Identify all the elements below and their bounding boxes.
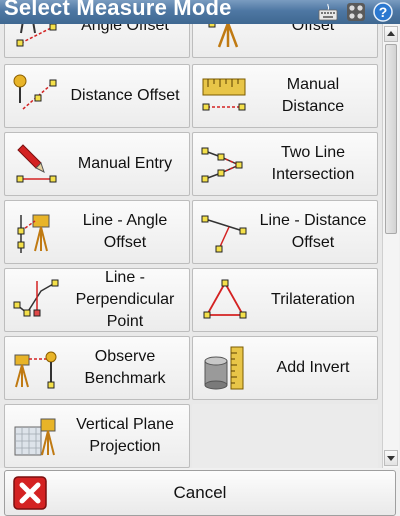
mode-label: Line - Distance Offset [259, 212, 367, 251]
mode-offset[interactable]: Offset [192, 24, 378, 58]
scroll-thumb[interactable] [385, 44, 397, 234]
mode-label: Observe Benchmark [84, 348, 166, 387]
instrument-offset-icon [208, 24, 239, 48]
scroll-up-button[interactable] [384, 26, 398, 42]
mode-label: Manual Entry [77, 155, 173, 172]
mode-label: Trilateration [271, 291, 355, 308]
mode-observe-benchmark[interactable]: Observe Benchmark [4, 336, 190, 400]
title-bar: Select Measure Mode ? [0, 0, 400, 24]
keyboard-icon[interactable] [318, 2, 338, 22]
mode-distance-offset[interactable]: Distance Offset [4, 64, 190, 128]
cancel-button[interactable]: Cancel [4, 470, 396, 516]
grid-menu-icon[interactable] [346, 2, 366, 22]
trilateration-icon [203, 279, 247, 319]
distance-offset-icon [13, 74, 57, 110]
mode-two-line-intersection[interactable]: Two Line Intersection [192, 132, 378, 196]
window-title: Select Measure Mode [4, 0, 232, 20]
line-distance-offset-icon [201, 215, 247, 253]
mode-label: Line - Perpendicular Point [75, 269, 175, 330]
measure-mode-grid: Angle Offset Offset Distance Offset Manu… [0, 24, 382, 468]
mode-manual-distance[interactable]: Manual Distance [192, 64, 378, 128]
mode-label: Add Invert [276, 359, 350, 376]
mode-label: Distance Offset [70, 87, 180, 104]
mode-trilateration[interactable]: Trilateration [192, 268, 378, 332]
arrow-up-icon [387, 31, 395, 36]
mode-add-invert[interactable]: Add Invert [192, 336, 378, 400]
observe-benchmark-icon [14, 351, 57, 389]
mode-manual-entry[interactable]: Manual Entry [4, 132, 190, 196]
help-icon[interactable]: ? [373, 2, 393, 22]
pipe-invert-icon [204, 346, 244, 390]
cancel-label: Cancel [173, 483, 227, 502]
scroll-down-button[interactable] [384, 450, 398, 466]
mode-label: Line - Angle Offset [82, 212, 168, 251]
tape-measure-icon [202, 78, 246, 111]
pencil-entry-icon [16, 144, 57, 183]
vertical-plane-icon [14, 418, 56, 456]
mode-label: Offset [291, 24, 335, 34]
mode-line-angle-offset[interactable]: Line - Angle Offset [4, 200, 190, 264]
vertical-scrollbar[interactable] [382, 24, 399, 468]
angle-offset-icon [16, 24, 57, 47]
empty-cell [192, 404, 378, 468]
two-line-intersection-icon [201, 147, 243, 183]
mode-label: Two Line Intersection [271, 144, 355, 183]
line-angle-offset-icon [17, 214, 50, 253]
perpendicular-point-icon [13, 279, 59, 317]
svg-text:?: ? [379, 4, 388, 20]
mode-line-perpendicular-point[interactable]: Line - Perpendicular Point [4, 268, 190, 332]
arrow-down-icon [387, 456, 395, 461]
mode-label: Angle Offset [81, 24, 169, 34]
mode-label: Manual Distance [281, 76, 345, 115]
mode-line-distance-offset[interactable]: Line - Distance Offset [192, 200, 378, 264]
mode-vertical-plane-projection[interactable]: Vertical Plane Projection [4, 404, 190, 468]
mode-angle-offset[interactable]: Angle Offset [4, 24, 190, 58]
mode-label: Vertical Plane Projection [76, 416, 174, 455]
